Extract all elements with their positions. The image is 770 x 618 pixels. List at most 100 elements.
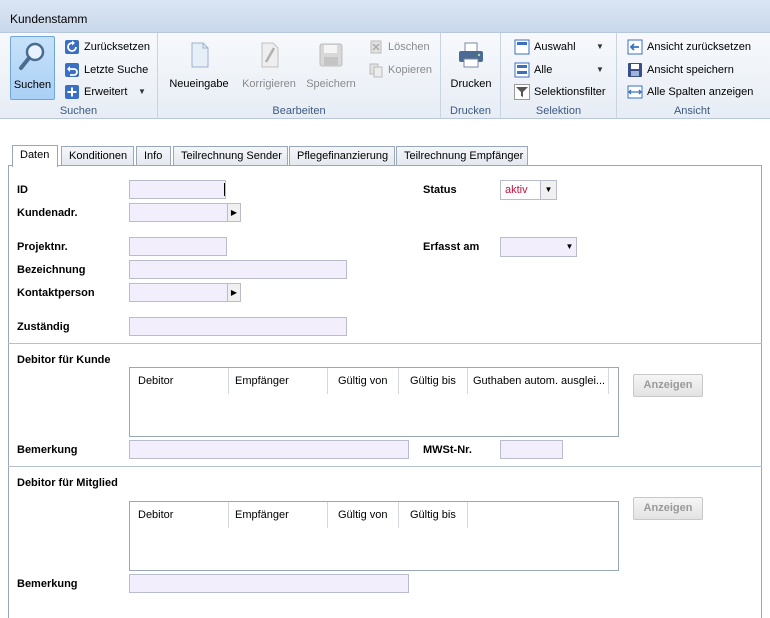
ribbon-group-suchen: Suchen Zurücksetzen Letzte Suche Erweite… xyxy=(0,33,158,119)
debitor-mitglied-show-button[interactable]: Anzeigen xyxy=(633,497,703,520)
erfasst-date-select[interactable]: ▼ xyxy=(500,237,577,257)
id-input[interactable] xyxy=(129,180,226,199)
id-label: ID xyxy=(17,184,28,196)
tab-teilrechnung-empfaenger[interactable]: Teilrechnung Empfänger xyxy=(396,146,528,166)
group-label-bearbeiten: Bearbeiten xyxy=(272,105,326,117)
filter-icon xyxy=(514,84,530,100)
column-header-gueltig-bis[interactable]: Gültig bis xyxy=(410,372,465,390)
show-all-columns-label: Alle Spalten anzeigen xyxy=(647,86,754,98)
column-header-debitor[interactable]: Debitor xyxy=(138,506,226,524)
reset-view-icon xyxy=(627,39,643,55)
undo-icon xyxy=(65,63,79,77)
column-divider xyxy=(398,502,399,528)
chevron-right-icon[interactable]: ▶ xyxy=(227,204,240,221)
column-divider xyxy=(398,368,399,394)
refresh-icon xyxy=(65,40,79,54)
correct-label: Korrigieren xyxy=(242,78,296,90)
delete-icon xyxy=(370,40,382,54)
printer-icon xyxy=(459,42,483,68)
ribbon-group-ansicht: Ansicht zurücksetzen Ansicht speichern A… xyxy=(617,33,767,119)
copy-icon xyxy=(369,63,383,78)
tab-konditionen[interactable]: Konditionen xyxy=(61,146,134,166)
print-button[interactable]: Drucken xyxy=(445,36,497,100)
save-label: Speichern xyxy=(306,78,356,90)
tab-pflegefinanzierung[interactable]: Pflegefinanzierung xyxy=(289,146,395,166)
tab-info[interactable]: Info xyxy=(136,146,171,166)
save-view-icon xyxy=(628,63,642,77)
save-view-label: Ansicht speichern xyxy=(647,64,734,76)
debitor-kunde-show-button[interactable]: Anzeigen xyxy=(633,374,703,397)
correct-button[interactable]: Korrigieren xyxy=(236,36,302,100)
column-divider xyxy=(228,368,229,394)
projektnr-input[interactable] xyxy=(129,237,227,256)
chevron-down-icon: ▼ xyxy=(596,42,604,51)
column-header-empfaenger[interactable]: Empfänger xyxy=(235,506,325,524)
ribbon: Suchen Zurücksetzen Letzte Suche Erweite… xyxy=(0,33,770,119)
tab-teilrechnung-sender[interactable]: Teilrechnung Sender xyxy=(173,146,288,166)
bezeichnung-input[interactable] xyxy=(129,260,347,279)
bezeichnung-label: Bezeichnung xyxy=(17,264,86,276)
group-label-ansicht: Ansicht xyxy=(673,105,711,117)
mwst-label: MWSt-Nr. xyxy=(423,444,472,456)
bemerkung-kunde-input[interactable] xyxy=(129,440,409,459)
chevron-down-icon: ▼ xyxy=(596,65,604,74)
floppy-disk-icon xyxy=(319,43,343,67)
list-all-icon xyxy=(514,62,530,78)
window-title: Kundenstamm xyxy=(10,12,88,26)
column-header-debitor[interactable]: Debitor xyxy=(138,372,226,390)
last-search-label: Letzte Suche xyxy=(84,64,149,76)
extended-search-button[interactable]: Erweitert ▼ xyxy=(64,82,154,102)
bemerkung-mitglied-label: Bemerkung xyxy=(17,578,78,590)
chevron-down-icon[interactable]: ▼ xyxy=(563,238,576,255)
section-divider xyxy=(8,343,762,344)
selection-filter-button[interactable]: Selektionsfilter xyxy=(514,82,614,102)
new-entry-button[interactable]: Neueingabe xyxy=(166,36,232,100)
column-header-gueltig-von[interactable]: Gültig von xyxy=(338,372,398,390)
alle-label: Alle xyxy=(534,64,553,76)
save-view-button[interactable]: Ansicht speichern xyxy=(627,60,765,80)
column-divider xyxy=(228,502,229,528)
group-label-selektion: Selektion xyxy=(535,105,582,117)
debitor-mitglied-grid[interactable]: Debitor Empfänger Gültig von Gültig bis xyxy=(129,501,619,571)
search-button-label: Suchen xyxy=(13,79,52,91)
reset-view-button[interactable]: Ansicht zurücksetzen xyxy=(627,37,765,57)
auswahl-label: Auswahl xyxy=(534,41,576,53)
chevron-down-icon[interactable]: ▼ xyxy=(540,181,556,199)
alle-button[interactable]: Alle ▼ xyxy=(514,60,614,80)
copy-label: Kopieren xyxy=(388,64,433,76)
bemerkung-mitglied-input[interactable] xyxy=(129,574,409,593)
tab-daten[interactable]: Daten xyxy=(12,145,58,167)
column-header-gueltig-bis[interactable]: Gültig bis xyxy=(410,506,465,524)
auswahl-button[interactable]: Auswahl ▼ xyxy=(514,37,614,57)
search-button[interactable]: Suchen xyxy=(10,36,55,100)
ribbon-group-selektion: Auswahl ▼ Alle ▼ Selektionsfilter Selekt… xyxy=(501,33,617,119)
column-header-gueltig-von[interactable]: Gültig von xyxy=(338,506,398,524)
kundenadr-label: Kundenadr. xyxy=(17,207,78,219)
column-header-guthaben[interactable]: Guthaben autom. ausglei... xyxy=(473,372,605,390)
erfasst-label: Erfasst am xyxy=(423,241,480,253)
plus-icon xyxy=(65,85,79,99)
columns-icon xyxy=(627,85,643,99)
copy-button[interactable]: Kopieren xyxy=(368,60,438,80)
chevron-down-icon: ▼ xyxy=(138,87,146,96)
kontaktperson-label: Kontaktperson xyxy=(17,287,95,299)
delete-label: Löschen xyxy=(388,41,430,53)
last-search-button[interactable]: Letzte Suche xyxy=(64,60,154,80)
debitor-kunde-grid[interactable]: Debitor Empfänger Gültig von Gültig bis … xyxy=(129,367,619,437)
delete-button[interactable]: Löschen xyxy=(368,37,438,57)
new-document-icon xyxy=(191,42,209,68)
group-label-drucken: Drucken xyxy=(450,105,491,117)
save-button[interactable]: Speichern xyxy=(302,36,360,100)
group-label-suchen: Suchen xyxy=(59,105,98,117)
mwst-input[interactable] xyxy=(500,440,563,459)
kundenadr-field[interactable]: ▶ xyxy=(129,203,241,222)
zustaendig-input[interactable] xyxy=(129,317,347,336)
status-value: aktiv xyxy=(505,184,528,196)
chevron-right-icon[interactable]: ▶ xyxy=(227,284,240,301)
kontaktperson-field[interactable]: ▶ xyxy=(129,283,241,302)
status-select[interactable]: aktiv ▼ xyxy=(500,180,557,200)
reset-search-button[interactable]: Zurücksetzen xyxy=(64,37,154,57)
show-all-columns-button[interactable]: Alle Spalten anzeigen xyxy=(627,82,765,102)
column-header-empfaenger[interactable]: Empfänger xyxy=(235,372,325,390)
column-divider xyxy=(327,502,328,528)
